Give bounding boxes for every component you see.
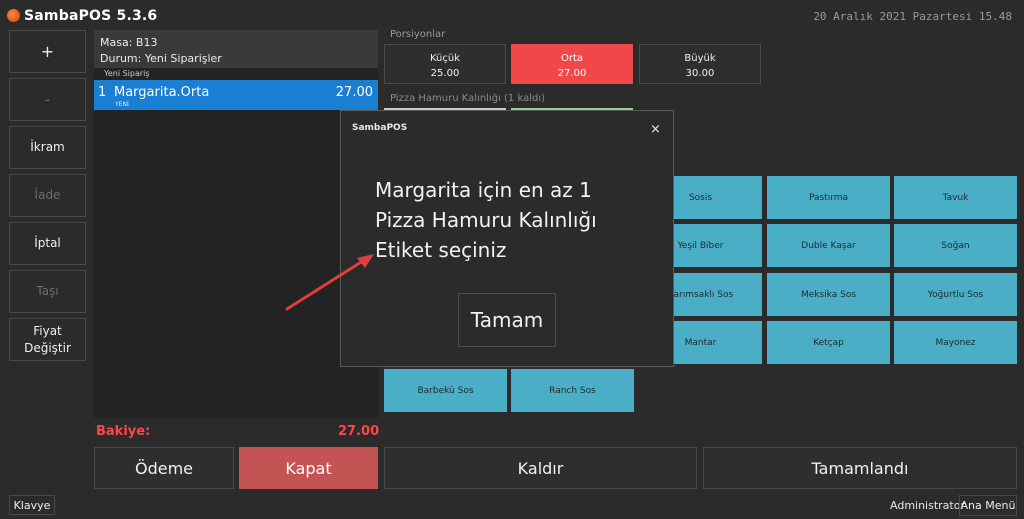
order-name: Margarita.Orta [114,85,210,100]
change-price-button[interactable]: Fiyat Değiştir [9,318,86,361]
dialog-message: Margarita için en az 1 Pizza Hamuru Kalı… [375,175,665,265]
decrease-quantity-button[interactable]: - [9,78,86,121]
tag-ranch-sos-button[interactable]: Ranch Sos [511,369,634,412]
portion-large-button[interactable]: Büyük 30.00 [639,44,761,84]
portion-small-button[interactable]: Küçük 25.00 [384,44,506,84]
date-display: 20 Aralık 2021 Pazartesi 15.48 [813,10,1012,23]
portion-price: 30.00 [685,67,715,79]
tag-tavuk-button[interactable]: Tavuk [894,176,1017,219]
tag-mayonez-button[interactable]: Mayonez [894,321,1017,364]
dialog-ok-button[interactable]: Tamam [458,293,556,347]
tag-meksika-sos-button[interactable]: Meksika Sos [767,273,890,316]
balance-label: Bakiye: [96,424,151,439]
tag-duble-kasar-button[interactable]: Duble Kaşar [767,224,890,267]
close-ticket-button[interactable]: Kapat [239,447,378,489]
warning-dialog: SambaPOS × Margarita için en az 1 Pizza … [340,110,674,367]
tag-barbeku-sos-button[interactable]: Barbekü Sos [384,369,507,412]
portion-price: 25.00 [430,67,460,79]
remove-button[interactable]: Kaldır [384,447,697,489]
order-quantity: 1 [98,85,107,100]
order-total: 27.00 [335,85,373,100]
portion-price: 27.00 [557,67,587,79]
tag-yogurtlu-sos-button[interactable]: Yoğurtlu Sos [894,273,1017,316]
main-menu-button[interactable]: Ana Menü [959,495,1017,516]
portion-name: Orta [560,53,584,64]
payment-button[interactable]: Ödeme [94,447,234,489]
dialog-message-line2: Pizza Hamuru Kalınlığı [375,208,597,232]
close-icon[interactable]: × [650,122,661,137]
dialog-message-line3: Etiket seçiniz [375,238,507,262]
tag-pastirma-button[interactable]: Pastırma [767,176,890,219]
gift-button[interactable]: İkram [9,126,86,169]
ticket-header: Masa: B13 Durum: Yeni Siparişler [94,30,378,68]
portion-medium-button[interactable]: Orta 27.00 [511,44,633,84]
order-row[interactable]: 1 Margarita.Orta 27.00 YENİ [94,80,378,110]
app-title: SambaPOS 5.3.6 [24,8,158,24]
sambapos-logo-icon [7,9,20,22]
increase-quantity-button[interactable]: + [9,30,86,73]
portion-name: Küçük [429,53,461,64]
done-button[interactable]: Tamamlandı [703,447,1017,489]
balance-value: 27.00 [338,424,380,439]
order-group-label: Yeni Sipariş [104,69,150,78]
table-label: Masa: B13 [100,36,158,49]
move-button[interactable]: Taşı [9,270,86,313]
portions-title: Porsiyonlar [390,29,446,40]
order-state: YENİ [115,101,129,108]
cancel-button[interactable]: İptal [9,222,86,265]
change-price-label-line1: Fiyat [33,324,62,339]
keyboard-button[interactable]: Klavye [9,495,55,515]
tag-sogan-button[interactable]: Soğan [894,224,1017,267]
ticket-status: Durum: Yeni Siparişler [100,51,222,65]
refund-button[interactable]: İade [9,174,86,217]
dialog-message-line1: Margarita için en az 1 [375,178,592,202]
thickness-group-title: Pizza Hamuru Kalınlığı (1 kaldı) [390,93,546,104]
dialog-title: SambaPOS [352,123,408,133]
change-price-label-line2: Değiştir [24,340,71,355]
logged-in-user: Administrator [890,499,965,512]
tag-ketcap-button[interactable]: Ketçap [767,321,890,364]
portion-name: Büyük [684,53,716,64]
